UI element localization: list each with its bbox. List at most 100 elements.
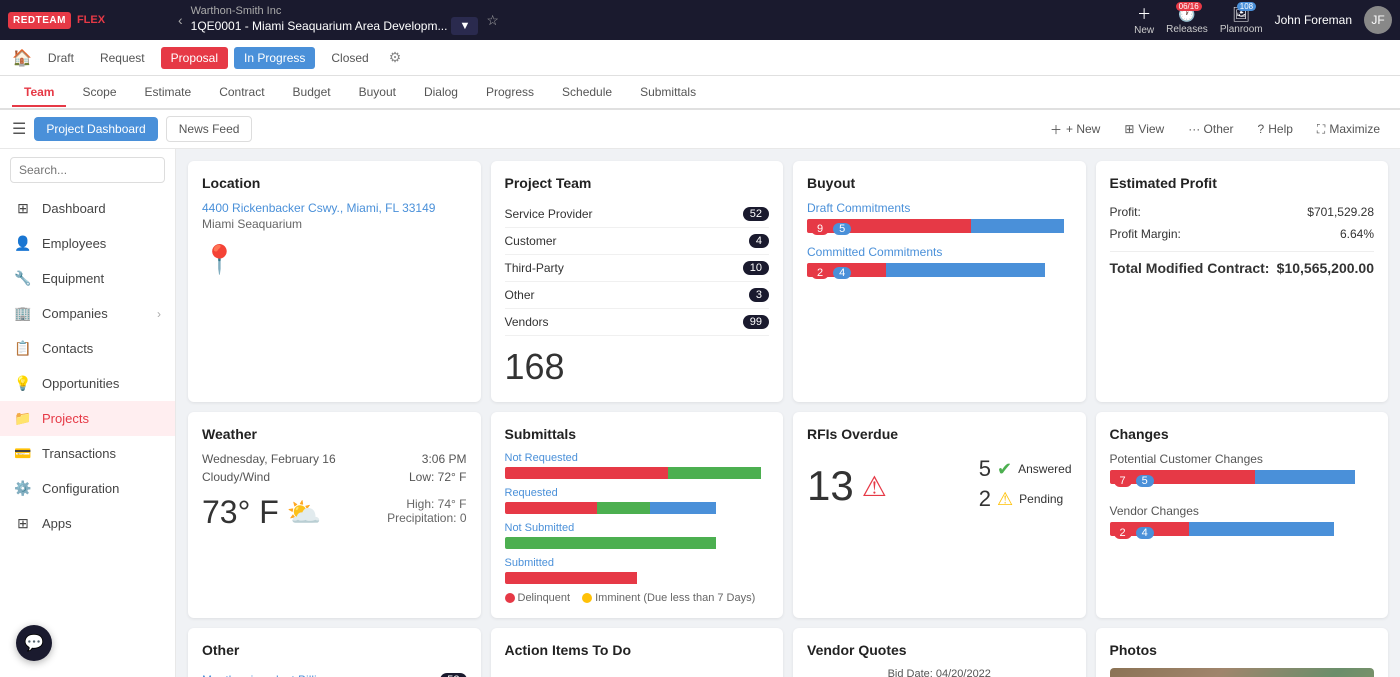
view-toolbar-action[interactable]: ⊞ View	[1116, 118, 1172, 140]
tab-submittals[interactable]: Submittals	[628, 79, 708, 107]
weather-cloud-icon: ⛅	[287, 496, 322, 529]
news-feed-button[interactable]: News Feed	[166, 116, 253, 142]
favorite-icon[interactable]: ☆	[486, 12, 499, 29]
weather-low: Low: 72° F	[409, 470, 467, 484]
weather-date: Wednesday, February 16	[202, 452, 336, 466]
weather-title: Weather	[202, 426, 467, 442]
tab-draft[interactable]: Draft	[38, 47, 84, 69]
team-label-other: Other	[505, 288, 535, 302]
other-billing-label[interactable]: Months since last Billing	[202, 673, 330, 677]
vendor-bar-red	[1110, 522, 1189, 536]
nav-right: ＋ New 🕐06/16 Releases 🖼108 Planroom John…	[1134, 4, 1392, 36]
tab-proposal[interactable]: Proposal	[161, 47, 228, 69]
sidebar-label-configuration: Configuration	[42, 481, 119, 496]
vendor-quotes-card: Vendor Quotes Bid Date: 04/20/2022 100%9…	[793, 628, 1086, 677]
logo-text: REDTEAM	[8, 12, 71, 29]
submitted-label[interactable]: Submitted	[505, 557, 770, 569]
sidebar-item-dashboard[interactable]: ⊞ Dashboard	[0, 191, 175, 226]
sidebar-item-employees[interactable]: 👤 Employees	[0, 226, 175, 261]
weather-condition: Cloudy/Wind	[202, 470, 270, 484]
rfis-answered-label: Answered	[1018, 462, 1071, 476]
team-row-service: Service Provider 52	[505, 201, 770, 228]
submittals-title: Submittals	[505, 426, 770, 442]
sidebar-item-equipment[interactable]: 🔧 Equipment	[0, 261, 175, 296]
top-nav: REDTEAM FLEX ‹ Warthon-Smith Inc 1QE0001…	[0, 0, 1400, 40]
tab-team[interactable]: Team	[12, 79, 66, 107]
tab-budget[interactable]: Budget	[281, 79, 343, 107]
team-row-other: Other 3	[505, 282, 770, 309]
committed-bar-blue	[886, 263, 1045, 277]
draft-commitments-label[interactable]: Draft Commitments	[807, 201, 1072, 215]
user-name: John Foreman	[1275, 13, 1352, 27]
contract-row: Total Modified Contract: $10,565,200.00	[1110, 251, 1375, 280]
vendor-changes-bar	[1110, 522, 1375, 536]
team-label-vendors: Vendors	[505, 315, 549, 329]
submittal-not-submitted: Not Submitted	[505, 522, 770, 549]
maximize-toolbar-action[interactable]: ⛶ Maximize	[1309, 118, 1388, 141]
tab-schedule[interactable]: Schedule	[550, 79, 624, 107]
committed-commitments-label[interactable]: Committed Commitments	[807, 245, 1072, 259]
tab-buyout[interactable]: Buyout	[347, 79, 408, 107]
project-dropdown[interactable]: ▼	[451, 17, 478, 35]
releases-action[interactable]: 🕐06/16 Releases	[1166, 6, 1208, 35]
sidebar-label-employees: Employees	[42, 236, 106, 251]
weather-temp: 73° F ⛅	[202, 494, 322, 531]
home-icon[interactable]: 🏠	[12, 48, 32, 68]
tab-estimate[interactable]: Estimate	[133, 79, 204, 107]
not-req-bar-red	[505, 467, 669, 479]
sidebar-item-contacts[interactable]: 📋 Contacts	[0, 331, 175, 366]
tab-scope[interactable]: Scope	[70, 79, 128, 107]
sidebar-item-configuration[interactable]: ⚙️ Configuration	[0, 471, 175, 506]
committed-progress-bar	[807, 263, 1072, 277]
chat-bubble[interactable]: 💬	[16, 625, 52, 661]
menu-icon[interactable]: ☰	[12, 119, 26, 139]
not-submitted-label[interactable]: Not Submitted	[505, 522, 770, 534]
planroom-action[interactable]: 🖼108 Planroom	[1220, 6, 1263, 35]
avatar[interactable]: JF	[1364, 6, 1392, 34]
transactions-icon: 💳	[14, 445, 32, 462]
sidebar-search-wrap	[0, 149, 175, 191]
apps-icon: ⊞	[14, 515, 32, 532]
other-toolbar-action[interactable]: ··· Other	[1180, 118, 1241, 140]
submittals-legend: Delinquent Imminent (Due less than 7 Day…	[505, 592, 770, 604]
sidebar-item-projects[interactable]: 📁 Projects	[0, 401, 175, 436]
help-toolbar-action[interactable]: ? Help	[1250, 118, 1301, 140]
tab-progress[interactable]: Progress	[474, 79, 546, 107]
logo-flex: FLEX	[77, 14, 105, 26]
not-requested-label[interactable]: Not Requested	[505, 452, 770, 464]
not-sub-bar-green	[505, 537, 717, 549]
settings-icon[interactable]: ⚙	[389, 49, 402, 66]
tab-dialog[interactable]: Dialog	[412, 79, 470, 107]
weather-main: 73° F ⛅ High: 74° F Precipitation: 0	[202, 490, 467, 531]
req-bar-red	[505, 502, 598, 514]
requested-label[interactable]: Requested	[505, 487, 770, 499]
location-address[interactable]: 4400 Rickenbacker Cswy., Miami, FL 33149	[202, 201, 467, 215]
sidebar-item-transactions[interactable]: 💳 Transactions	[0, 436, 175, 471]
employees-icon: 👤	[14, 235, 32, 252]
new-action[interactable]: ＋ New	[1134, 4, 1154, 36]
team-row-vendors: Vendors 99	[505, 309, 770, 336]
weather-high: High: 74° F	[387, 497, 466, 511]
sidebar-item-opportunities[interactable]: 💡 Opportunities	[0, 366, 175, 401]
sidebar-item-apps[interactable]: ⊞ Apps	[0, 506, 175, 541]
other-card: Other Months since last Billing 52 Weeks…	[188, 628, 481, 677]
weather-precip: Precipitation: 0	[387, 511, 466, 525]
rfis-pending-label: Pending	[1019, 492, 1063, 506]
weather-date-time: Wednesday, February 16 3:06 PM	[202, 452, 467, 466]
equipment-icon: 🔧	[14, 270, 32, 287]
tab-closed[interactable]: Closed	[321, 47, 378, 69]
new-toolbar-action[interactable]: ＋ + New	[1042, 117, 1108, 142]
search-input[interactable]	[10, 157, 165, 183]
action-items-card: Action Items To Do 20 ⚑	[491, 628, 784, 677]
project-dashboard-button[interactable]: Project Dashboard	[34, 117, 157, 141]
potential-changes-bar	[1110, 470, 1375, 484]
location-card: Location 4400 Rickenbacker Cswy., Miami,…	[188, 161, 481, 402]
photo-image	[1110, 668, 1375, 677]
tab-contract[interactable]: Contract	[207, 79, 276, 107]
rfis-check-icon: ✔	[997, 459, 1012, 480]
sidebar-label-equipment: Equipment	[42, 271, 104, 286]
tab-inprogress[interactable]: In Progress	[234, 47, 315, 69]
tab-request[interactable]: Request	[90, 47, 155, 69]
submittal-submitted: Submitted	[505, 557, 770, 584]
sidebar-item-companies[interactable]: 🏢 Companies ›	[0, 296, 175, 331]
